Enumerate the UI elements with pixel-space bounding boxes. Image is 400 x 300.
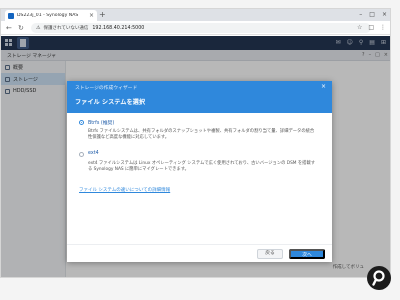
warning-icon[interactable]: ⚠ bbox=[36, 25, 40, 31]
tab-close-icon[interactable]: × bbox=[89, 12, 94, 19]
site-logo-icon bbox=[367, 266, 391, 290]
back-arrow-icon[interactable]: ← bbox=[6, 23, 12, 33]
option-description: ext4 ファイルシステムは Linux オペレーティング システムで広く使用さ… bbox=[88, 161, 316, 173]
bookmark-star-icon[interactable]: ☆ bbox=[357, 23, 362, 33]
screenshot-frame: DS223j_01 - Synology NAS × + – □ × ← ↻ ⚠… bbox=[0, 0, 400, 300]
browser-tab[interactable]: DS223j_01 - Synology NAS × bbox=[5, 10, 97, 21]
security-status: 保護されていない通信 bbox=[43, 26, 89, 31]
address-bar-row: ← ↻ ⚠ 保護されていない通信 192.168.40.214:5000 ☆ □… bbox=[1, 21, 390, 35]
wizard-footer: 戻る 次へ bbox=[67, 244, 332, 262]
back-button[interactable]: 戻る bbox=[257, 249, 283, 259]
address-bar-icons: ☆ □ ⋮ bbox=[357, 23, 386, 33]
option-label: ext4 bbox=[88, 151, 99, 156]
profile-icon[interactable]: □ bbox=[368, 23, 374, 33]
wizard-header: ストレージの作成ウィザード × ファイル システムを選択 bbox=[67, 81, 332, 113]
option-description: Btrfs ファイルシステムは、共有フォルダのスナップショットや複製、共有フォル… bbox=[88, 129, 315, 141]
close-window-icon[interactable]: × bbox=[382, 9, 387, 20]
next-button[interactable]: 次へ bbox=[289, 249, 325, 259]
btrfs-radio[interactable] bbox=[79, 120, 84, 125]
minimize-icon[interactable]: – bbox=[359, 9, 362, 20]
tab-strip: DS223j_01 - Synology NAS × + – □ × bbox=[1, 9, 390, 21]
url-input[interactable]: ⚠ 保護されていない通信 192.168.40.214:5000 bbox=[31, 23, 371, 33]
reload-icon[interactable]: ↻ bbox=[18, 23, 24, 33]
synology-favicon-icon bbox=[8, 12, 14, 19]
wizard-kicker: ストレージの作成ウィザード bbox=[75, 86, 138, 91]
more-menu-icon[interactable]: ⋮ bbox=[380, 23, 386, 33]
maximize-icon[interactable]: □ bbox=[369, 9, 375, 20]
wizard-step-title: ファイル システムを選択 bbox=[75, 99, 146, 106]
ext4-radio[interactable] bbox=[79, 152, 84, 157]
tab-title: DS223j_01 - Synology NAS bbox=[17, 13, 79, 18]
option-label: Btrfs (推奨) bbox=[88, 121, 115, 126]
filesystem-info-link[interactable]: ファイル システムの違いについての詳細情報 bbox=[79, 187, 170, 193]
window-controls: – □ × bbox=[359, 9, 387, 20]
url-text: 192.168.40.214:5000 bbox=[92, 25, 145, 31]
create-storage-wizard-dialog: ストレージの作成ウィザード × ファイル システムを選択 Btrfs (推奨) … bbox=[67, 81, 332, 262]
new-tab-icon[interactable]: + bbox=[99, 10, 106, 20]
close-icon[interactable]: × bbox=[321, 83, 326, 90]
